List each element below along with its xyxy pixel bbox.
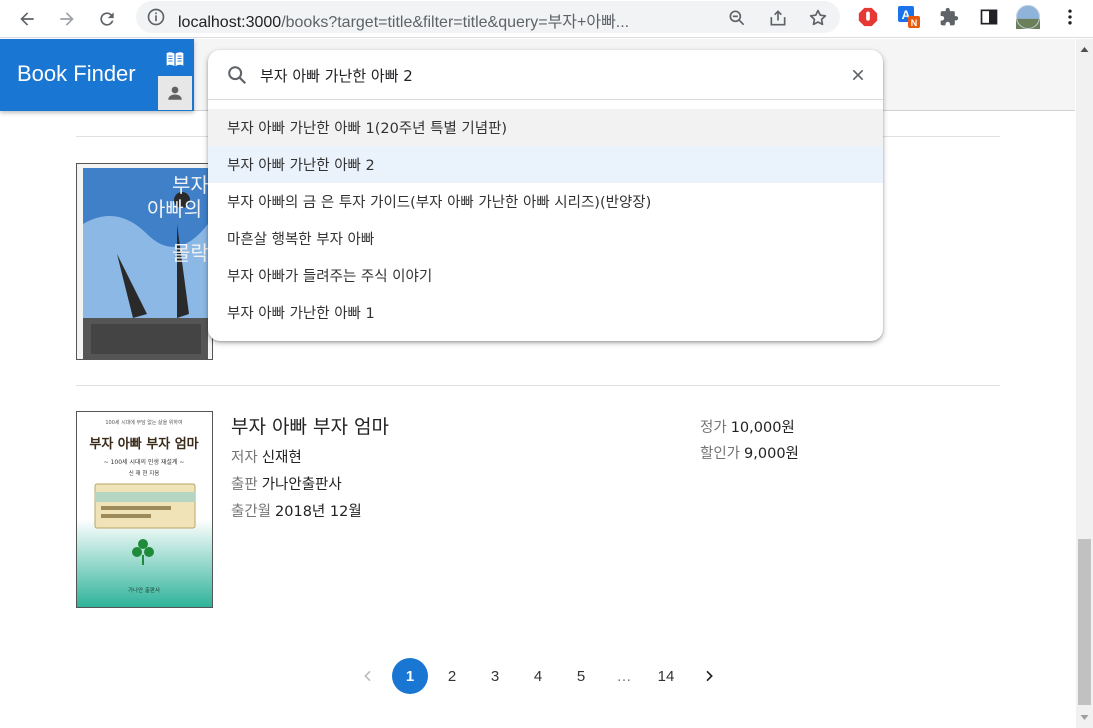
forward-button[interactable] (52, 4, 82, 34)
book-price: 정가 10,000원 (700, 416, 795, 437)
search-icon (228, 66, 247, 85)
suggestion-item[interactable]: 부자 아빠가 들려주는 주식 이야기 (208, 257, 883, 294)
date-label: 출간월 (231, 504, 272, 520)
book-sale-price: 할인가 9,000원 (700, 442, 799, 463)
reload-icon (100, 12, 114, 26)
bookmark-button[interactable] (807, 7, 829, 29)
translate-icon: AN (898, 6, 920, 28)
publisher-label: 출판 (231, 477, 258, 493)
adblock-icon (858, 7, 878, 27)
share-icon (770, 10, 786, 26)
arrow-right-icon (60, 12, 74, 26)
price-label: 정가 (700, 420, 727, 436)
search-input[interactable] (260, 62, 820, 88)
cover-publisher-text: 가나안 출판사 (128, 586, 160, 594)
sale-value: 9,000원 (744, 446, 799, 462)
back-button[interactable] (12, 4, 42, 34)
clear-search-button[interactable] (848, 65, 868, 85)
pagination-next[interactable] (691, 658, 727, 694)
book-author: 저자 신재현 (231, 446, 302, 467)
suggestion-item[interactable]: 부자 아빠 가난한 아빠 1 (208, 294, 883, 331)
kebab-menu-icon (1068, 9, 1072, 25)
price-value: 10,000원 (730, 420, 795, 436)
svg-text:N: N (911, 18, 918, 28)
side-panel-button[interactable] (977, 5, 1001, 29)
page-scrollbar[interactable] (1076, 39, 1093, 728)
date-value: 2018년 12월 (275, 504, 362, 520)
search-panel: 부자 아빠 가난한 아빠 1(20주년 특별 기념판) 부자 아빠 가난한 아빠… (208, 50, 883, 341)
suggestion-item[interactable]: 부자 아빠 가난한 아빠 2 (208, 146, 883, 183)
pagination-page[interactable]: 14 (648, 658, 684, 694)
pagination-ellipsis: … (616, 667, 632, 685)
menu-button[interactable] (1058, 5, 1082, 29)
avatar-icon (1016, 5, 1040, 29)
suggestion-item[interactable]: 부자 아빠의 금 은 투자 가이드(부자 아빠 가난한 아빠 시리즈)(반양장) (208, 183, 883, 220)
zoom-button[interactable] (726, 7, 748, 29)
zoom-icon (729, 10, 745, 26)
share-button[interactable] (767, 7, 789, 29)
tab-books[interactable] (158, 42, 192, 76)
scroll-up-icon[interactable] (1076, 41, 1093, 58)
info-icon[interactable] (146, 7, 166, 27)
puzzle-icon (940, 7, 959, 26)
profile-avatar[interactable] (1016, 5, 1040, 29)
book-cover-image: 100세 시대에 부담 없는 삶을 위하여 부자 아빠 부자 엄마 ~ 100세… (77, 412, 212, 607)
adblock-extension[interactable] (856, 5, 880, 29)
svg-text:아빠의: 아빠의 (147, 197, 202, 221)
cover-title-text: 부자 아빠 부자 엄마 (89, 436, 198, 452)
book-cover[interactable]: 부자 아빠의 몰락 (76, 163, 213, 360)
scroll-down-icon[interactable] (1076, 709, 1093, 726)
close-icon (852, 69, 864, 81)
side-panel-icon (980, 9, 998, 25)
pagination-page[interactable]: 4 (520, 658, 556, 694)
book-icon (166, 52, 184, 67)
extensions-button[interactable] (937, 5, 961, 29)
chevron-right-icon (706, 670, 713, 682)
app-header: Book Finder (0, 39, 194, 111)
pagination-page[interactable]: 2 (434, 658, 470, 694)
url-path: /books?target=title&filter=title&query=부… (281, 14, 630, 31)
book-title[interactable]: 부자 아빠 부자 엄마 (231, 412, 389, 439)
book-date: 출간월 2018년 12월 (231, 500, 362, 521)
author-label: 저자 (231, 450, 258, 466)
sale-label: 할인가 (700, 446, 741, 462)
address-bar[interactable]: localhost:3000/books?target=title&filter… (136, 1, 840, 33)
cover-top-text: 100세 시대에 부담 없는 삶을 위하여 (105, 419, 182, 426)
person-icon (168, 86, 182, 100)
cover-author-text: 신 재 현 지음 (129, 469, 160, 477)
suggestion-item[interactable]: 부자 아빠 가난한 아빠 1(20주년 특별 기념판) (208, 109, 883, 146)
pagination-page[interactable]: 3 (477, 658, 513, 694)
chevron-left-icon (364, 670, 371, 682)
scrollbar-thumb[interactable] (1078, 539, 1091, 705)
arrow-left-icon (20, 12, 34, 26)
url-text: localhost:3000/books?target=title&filter… (178, 8, 629, 32)
star-icon (809, 9, 827, 26)
tab-profile[interactable] (158, 76, 192, 110)
publisher-value: 가나안출판사 (261, 477, 342, 493)
reload-button[interactable] (92, 4, 122, 34)
app-title[interactable]: Book Finder (17, 61, 136, 87)
cover-subtitle-text: ~ 100세 시대의 인생 재설계 ~ (104, 458, 185, 466)
browser-toolbar: localhost:3000/books?target=title&filter… (0, 0, 1093, 38)
search-bar (208, 50, 883, 100)
pagination-prev[interactable] (350, 658, 386, 694)
svg-text:몰락: 몰락 (172, 241, 209, 265)
url-host: localhost:3000 (178, 14, 282, 31)
result-divider (76, 385, 1000, 386)
pagination-page[interactable]: 5 (563, 658, 599, 694)
suggestion-item[interactable]: 마흔살 행복한 부자 아빠 (208, 220, 883, 257)
translate-extension[interactable]: AN (897, 5, 921, 29)
book-cover-image: 부자 아빠의 몰락 (77, 164, 212, 359)
cover-title-text: 부자 (172, 173, 209, 197)
author-value: 신재현 (261, 450, 302, 466)
book-cover[interactable]: 100세 시대에 부담 없는 삶을 위하여 부자 아빠 부자 엄마 ~ 100세… (76, 411, 213, 608)
pagination-page[interactable]: 1 (392, 658, 428, 694)
book-publisher: 출판 가나안출판사 (231, 473, 342, 494)
